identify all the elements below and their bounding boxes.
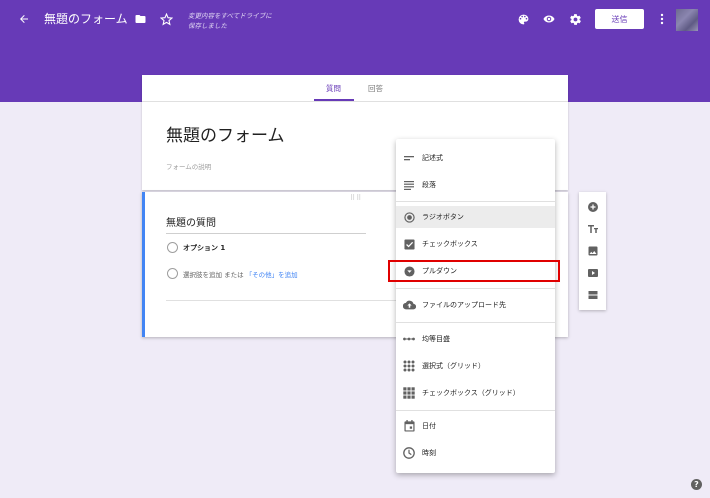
form-title-header[interactable]: 無題のフォーム — [44, 10, 128, 28]
radio-button-icon — [402, 210, 416, 224]
menu-item-linear-scale[interactable]: 均等目盛 — [396, 328, 555, 350]
tab-questions[interactable]: 質問 — [326, 83, 341, 94]
floating-toolbar — [579, 192, 606, 310]
drag-handle-icon[interactable]: ⠿⠿ — [350, 194, 362, 202]
menu-item-label: 均等目盛 — [422, 335, 450, 343]
clock-icon — [402, 446, 416, 460]
menu-item-label: チェックボックス — [422, 240, 478, 248]
add-option-link[interactable]: 選択肢を追加 — [183, 271, 222, 279]
menu-item-paragraph[interactable]: 段落 — [396, 174, 555, 196]
radio-add-option-icon — [167, 268, 178, 279]
menu-item-checkbox[interactable]: チェックボックス — [396, 233, 555, 255]
linear-scale-icon — [402, 332, 416, 346]
avatar[interactable] — [676, 9, 698, 31]
highlight-annotation-box — [388, 260, 560, 282]
settings-gear-icon[interactable] — [567, 11, 583, 27]
form-title[interactable]: 無題のフォーム — [166, 121, 285, 146]
menu-item-label: 選択式（グリッド） — [422, 362, 485, 370]
help-icon[interactable]: ? — [691, 479, 702, 490]
option-1-field[interactable]: オプション 1 — [183, 243, 225, 253]
menu-item-time[interactable]: 時刻 — [396, 442, 555, 464]
more-vert-icon[interactable] — [654, 11, 670, 27]
short-text-icon — [402, 151, 416, 165]
paragraph-icon — [402, 178, 416, 192]
folder-icon[interactable] — [132, 11, 148, 27]
menu-item-date[interactable]: 日付 — [396, 415, 555, 437]
menu-item-label: 時刻 — [422, 449, 436, 457]
add-option-row: 選択肢を追加 または 「その他」を追加 — [183, 269, 298, 279]
palette-icon[interactable] — [515, 11, 531, 27]
add-other-link[interactable]: 「その他」を追加 — [246, 271, 298, 279]
add-image-icon[interactable] — [585, 243, 600, 258]
menu-item-checkbox-grid[interactable]: チェックボックス（グリッド） — [396, 382, 555, 404]
menu-item-label: ラジオボタン — [422, 213, 464, 221]
star-icon[interactable] — [158, 11, 174, 27]
question-type-menu: 記述式 段落 ラジオボタン チェックボックス プルダウン ファイルのアップロード… — [396, 139, 555, 473]
form-description-field[interactable]: フォームの説明 — [166, 161, 211, 171]
save-status-line2: 保存しました — [188, 22, 227, 30]
menu-item-short-text[interactable]: 記述式 — [396, 147, 555, 169]
add-question-icon[interactable] — [585, 199, 600, 214]
or-text: または — [224, 271, 244, 279]
menu-item-multiple-choice-grid[interactable]: 選択式（グリッド） — [396, 355, 555, 377]
menu-separator — [396, 201, 555, 202]
active-tab-indicator — [314, 99, 354, 101]
tab-bar: 質問 回答 — [142, 75, 568, 102]
checkbox-grid-icon — [402, 386, 416, 400]
menu-item-label: 記述式 — [422, 154, 443, 162]
menu-item-label: チェックボックス（グリッド） — [422, 389, 520, 397]
send-button[interactable]: 送信 — [595, 9, 644, 29]
menu-item-file-upload[interactable]: ファイルのアップロード先 — [396, 294, 555, 316]
back-arrow-icon[interactable] — [16, 11, 32, 27]
cloud-upload-icon — [402, 298, 416, 312]
menu-item-label: ファイルのアップロード先 — [422, 301, 506, 309]
calendar-icon — [402, 419, 416, 433]
save-status: 変更内容をすべてドライブに 保存しました — [188, 11, 288, 31]
radio-option-icon — [167, 242, 178, 253]
divider — [166, 300, 396, 301]
grid-icon — [402, 359, 416, 373]
menu-item-radio-button[interactable]: ラジオボタン — [396, 206, 555, 228]
tab-responses[interactable]: 回答 — [368, 83, 383, 94]
preview-eye-icon[interactable] — [541, 11, 557, 27]
save-status-line1: 変更内容をすべてドライブに — [188, 12, 272, 20]
menu-item-label: 日付 — [422, 422, 436, 430]
question-title-field[interactable]: 無題の質問 — [166, 214, 366, 234]
add-section-icon[interactable] — [585, 287, 600, 302]
checkbox-icon — [402, 237, 416, 251]
add-title-icon[interactable] — [585, 221, 600, 236]
menu-separator — [396, 410, 555, 411]
add-video-icon[interactable] — [585, 265, 600, 280]
menu-item-label: 段落 — [422, 181, 436, 189]
menu-separator — [396, 322, 555, 323]
menu-separator — [396, 288, 555, 289]
